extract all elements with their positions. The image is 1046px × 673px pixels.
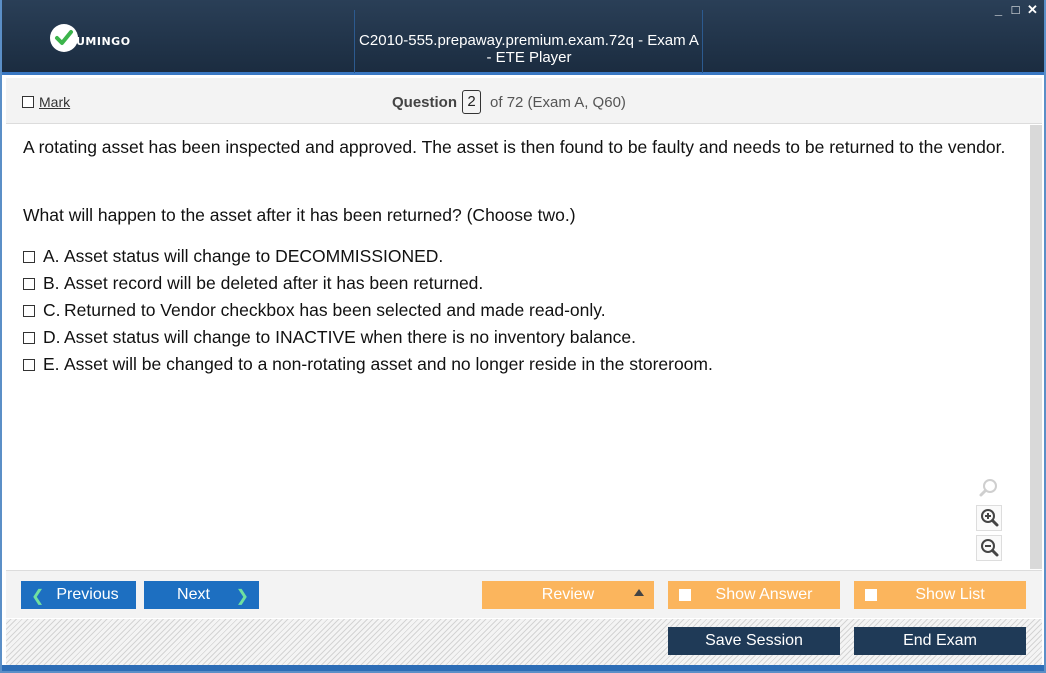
- choice-b[interactable]: B. Asset record will be deleted after it…: [23, 270, 713, 297]
- footer-bar: Save Session End Exam: [6, 619, 1042, 665]
- show-answer-label: Show Answer: [715, 586, 813, 603]
- question-label: Question: [392, 93, 458, 111]
- choice-text: Returned to Vendor checkbox has been sel…: [64, 300, 606, 320]
- choice-checkbox[interactable]: [23, 304, 35, 317]
- choice-letter: D.: [43, 327, 61, 347]
- choice-letter: E.: [43, 354, 60, 374]
- title-bar: UMINGO C2010-555.prepaway.premium.exam.7…: [2, 0, 1044, 75]
- question-body: A rotating asset has been inspected and …: [6, 125, 1030, 569]
- show-list-label: Show List: [915, 586, 985, 603]
- caret-up-icon: [634, 589, 644, 596]
- zoom-tools: [976, 475, 1002, 565]
- bottom-border: [2, 665, 1044, 671]
- review-label: Review: [541, 586, 595, 603]
- next-label: Next: [177, 586, 210, 603]
- choice-c[interactable]: C. Returned to Vendor checkbox has been …: [23, 297, 713, 324]
- show-answer-button[interactable]: Show Answer: [668, 581, 840, 609]
- choice-letter: C.: [43, 300, 61, 320]
- question-suffix: of 72 (Exam A, Q60): [490, 93, 626, 111]
- mark-checkbox[interactable]: Mark: [22, 94, 70, 110]
- title-separator: [702, 10, 703, 73]
- chevron-right-icon: ❯: [235, 588, 249, 605]
- end-exam-button[interactable]: End Exam: [854, 627, 1026, 655]
- choice-checkbox[interactable]: [23, 358, 35, 371]
- question-prompt: What will happen to the asset after it h…: [23, 205, 576, 225]
- show-answer-checkbox[interactable]: [679, 589, 691, 601]
- app-logo: UMINGO: [50, 24, 131, 52]
- zoom-reset-icon[interactable]: [976, 475, 1002, 501]
- window-controls: _ □ ✕: [993, 3, 1038, 17]
- previous-label: Previous: [56, 586, 119, 603]
- previous-button[interactable]: ❮ Previous: [21, 581, 136, 609]
- save-session-label: Save Session: [705, 632, 803, 649]
- choice-text: Asset status will change to DECOMMISSION…: [64, 246, 444, 266]
- choice-letter: A.: [43, 246, 60, 266]
- mark-label[interactable]: Mark: [39, 94, 70, 110]
- mark-checkbox-box[interactable]: [22, 96, 34, 108]
- window-title: C2010-555.prepaway.premium.exam.72q - Ex…: [359, 32, 699, 66]
- question-counter: Question 2 of 72 (Exam A, Q60): [392, 90, 626, 114]
- logo-text: UMINGO: [76, 34, 131, 48]
- choice-a[interactable]: A. Asset status will change to DECOMMISS…: [23, 243, 713, 270]
- answer-choices: A. Asset status will change to DECOMMISS…: [23, 243, 713, 378]
- close-icon[interactable]: ✕: [1027, 3, 1038, 17]
- choice-text: Asset status will change to INACTIVE whe…: [64, 327, 636, 347]
- minimize-icon[interactable]: _: [993, 3, 1004, 17]
- zoom-in-icon[interactable]: [976, 505, 1002, 531]
- navigation-bar: ❮ Previous Next ❯ Review Show Answer Sho…: [6, 570, 1042, 618]
- end-exam-label: End Exam: [903, 632, 977, 649]
- vertical-scrollbar[interactable]: [1030, 125, 1042, 569]
- show-list-button[interactable]: Show List: [854, 581, 1026, 609]
- question-header: Mark Question 2 of 72 (Exam A, Q60): [6, 78, 1042, 124]
- choice-text: Asset record will be deleted after it ha…: [64, 273, 484, 293]
- choice-text: Asset will be changed to a non-rotating …: [64, 354, 713, 374]
- question-stem: A rotating asset has been inspected and …: [23, 137, 1006, 157]
- checkmark-logo-icon: [50, 24, 78, 52]
- save-session-button[interactable]: Save Session: [668, 627, 840, 655]
- choice-letter: B.: [43, 273, 60, 293]
- choice-checkbox[interactable]: [23, 277, 35, 290]
- question-number-input[interactable]: 2: [462, 90, 482, 114]
- choice-checkbox[interactable]: [23, 331, 35, 344]
- chevron-left-icon: ❮: [31, 588, 45, 605]
- choice-e[interactable]: E. Asset will be changed to a non-rotati…: [23, 351, 713, 378]
- maximize-icon[interactable]: □: [1010, 3, 1021, 17]
- next-button[interactable]: Next ❯: [144, 581, 259, 609]
- zoom-out-icon[interactable]: [976, 535, 1002, 561]
- show-list-checkbox[interactable]: [865, 589, 877, 601]
- choice-checkbox[interactable]: [23, 250, 35, 263]
- choice-d[interactable]: D. Asset status will change to INACTIVE …: [23, 324, 713, 351]
- review-button[interactable]: Review: [482, 581, 654, 609]
- exam-window: UMINGO C2010-555.prepaway.premium.exam.7…: [0, 0, 1046, 673]
- title-separator: [354, 10, 355, 73]
